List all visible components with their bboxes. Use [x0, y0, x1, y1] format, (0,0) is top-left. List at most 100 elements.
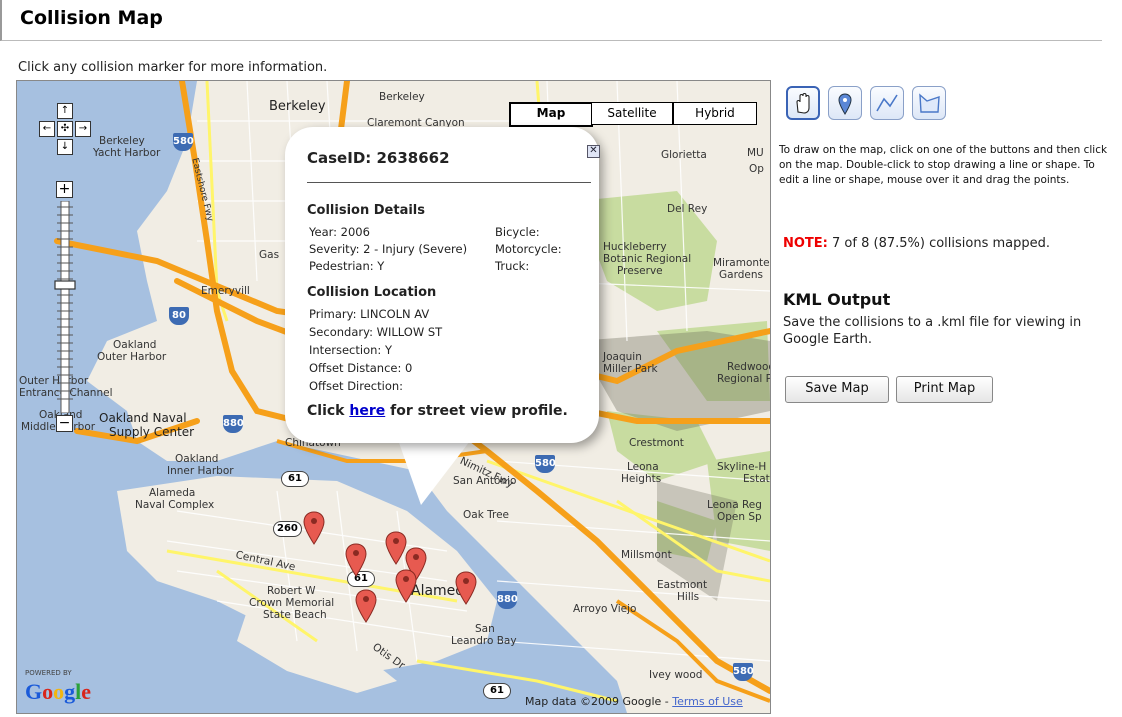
pan-down-icon[interactable]: ↓	[57, 139, 73, 155]
map-label: Berkeley	[269, 99, 326, 114]
map-label: Open Sp	[717, 511, 762, 523]
draw-shape-icon[interactable]	[912, 86, 946, 120]
popup-pointer	[397, 437, 473, 505]
map-label: Supply Center	[109, 425, 195, 439]
map-type-hybrid-button[interactable]: Hybrid	[673, 102, 757, 125]
map-label: Glorietta	[661, 149, 707, 161]
print-map-button[interactable]: Print Map	[896, 376, 993, 403]
location-primary: Primary: LINCOLN AV	[309, 307, 430, 321]
draw-line-icon[interactable]	[870, 86, 904, 120]
map-label: Huckleberry	[603, 241, 667, 253]
route-shield: 61	[483, 683, 511, 699]
detail-severity: Severity: 2 - Injury (Severe)	[309, 242, 468, 256]
save-map-button[interactable]: Save Map	[785, 376, 889, 403]
map-label: Robert W	[267, 585, 316, 597]
map-label: Ivey wood	[649, 669, 703, 681]
map-label: Op	[749, 163, 764, 175]
map-label: Miramonte	[713, 257, 770, 269]
zoom-in-button[interactable]: +	[56, 181, 73, 198]
map-label: Botanic Regional	[603, 253, 692, 265]
collision-marker[interactable]	[345, 543, 367, 577]
map-label: Inner Harbor	[167, 465, 234, 477]
map-label: Oakland Naval	[99, 411, 187, 425]
case-id: CaseID: 2638662	[307, 149, 450, 167]
hand-pan-icon[interactable]	[786, 86, 820, 120]
route-shield: 260	[273, 521, 302, 537]
map-label: Oakland	[175, 453, 219, 465]
mapping-note: NOTE: 7 of 8 (87.5%) collisions mapped.	[783, 236, 1050, 251]
detail-truck: Truck:	[495, 259, 530, 273]
map-label: Leona Reg	[707, 499, 762, 511]
interstate-shield: 580	[733, 663, 754, 681]
map-label: Redwood	[727, 361, 771, 373]
collision-location-heading: Collision Location	[307, 285, 437, 300]
collision-marker[interactable]	[455, 571, 477, 605]
location-intersection: Intersection: Y	[309, 343, 392, 357]
map-instructions: Click any collision marker for more info…	[18, 60, 328, 75]
map-label: Preserve	[617, 265, 663, 277]
google-logo[interactable]: Google	[25, 679, 91, 705]
interstate-shield: 880	[223, 415, 244, 433]
map-container[interactable]: Berkeley Berkeley Claremont Canyon Berke…	[16, 80, 771, 714]
map-label: Outer Harbor	[97, 351, 167, 363]
map-label: Emeryvill	[201, 285, 250, 297]
map-label: Miller Park	[603, 363, 658, 375]
map-label: Oakland	[113, 339, 157, 351]
map-label: Arroyo Viejo	[573, 603, 637, 615]
map-label: Joaquin	[603, 351, 642, 363]
placemark-icon[interactable]	[828, 86, 862, 120]
location-secondary: Secondary: WILLOW ST	[309, 325, 443, 339]
collision-details-heading: Collision Details	[307, 203, 425, 218]
collision-marker[interactable]	[385, 531, 407, 565]
map-label: Estat	[743, 473, 770, 485]
interstate-shield: 880	[497, 591, 518, 609]
note-label: NOTE:	[783, 236, 828, 251]
zoom-slider[interactable]	[53, 201, 77, 413]
street-view-link[interactable]: here	[349, 403, 385, 419]
powered-by-label: POWERED BY	[25, 669, 72, 677]
street-view-prompt: Click here for street view profile.	[307, 403, 568, 419]
page-title: Collision Map	[20, 7, 163, 29]
map-label: Berkeley	[379, 91, 425, 103]
pan-left-icon[interactable]: ←	[39, 121, 55, 137]
zoom-out-button[interactable]: −	[56, 415, 73, 432]
map-label: MU	[747, 147, 764, 159]
collision-marker[interactable]	[355, 589, 377, 623]
pan-center-icon[interactable]: ✣	[57, 121, 73, 137]
pan-up-icon[interactable]: ↑	[57, 103, 73, 119]
map-type-map-button[interactable]: Map	[509, 102, 593, 127]
map-label: State Beach	[263, 609, 327, 621]
map-label: Crown Memorial	[249, 597, 335, 609]
attribution-text: Map data ©2009 Google -	[525, 695, 673, 708]
collision-marker[interactable]	[303, 511, 325, 545]
terms-of-use-link[interactable]: Terms of Use	[672, 695, 743, 708]
map-label: Eastmont	[657, 579, 708, 591]
page-header: Collision Map	[0, 0, 1102, 41]
kml-output-heading: KML Output	[783, 290, 891, 309]
collision-marker[interactable]	[395, 569, 417, 603]
map-label: Hills	[677, 591, 700, 603]
map-label: Gardens	[719, 269, 763, 281]
close-icon[interactable]: ✕	[587, 145, 600, 158]
map-label: Del Rey	[667, 203, 708, 215]
map-label: Alameda	[149, 487, 196, 499]
location-offset-distance: Offset Distance: 0	[309, 361, 413, 375]
pan-right-icon[interactable]: →	[75, 121, 91, 137]
map-attribution: Map data ©2009 Google - Terms of Use	[525, 695, 743, 708]
map-label: Skyline-H	[717, 461, 767, 473]
map-label: Leona	[627, 461, 659, 473]
map-label: Millsmont	[621, 549, 672, 561]
note-text: 7 of 8 (87.5%) collisions mapped.	[827, 236, 1051, 251]
collision-info-window: CaseID: 2638662 ✕ Collision Details Year…	[285, 127, 600, 443]
map-label: Regional Park	[717, 373, 771, 385]
interstate-shield: 580	[173, 133, 194, 151]
map-label: San	[475, 623, 495, 635]
kml-output-description: Save the collisions to a .kml file for v…	[783, 315, 1082, 347]
location-offset-direction: Offset Direction:	[309, 379, 404, 393]
map-label: Heights	[621, 473, 662, 485]
drawing-instructions: To draw on the map, click on one of the …	[779, 144, 1108, 186]
map-label: Berkeley	[99, 135, 145, 147]
map-type-satellite-button[interactable]: Satellite	[591, 102, 673, 125]
map-label: Crestmont	[629, 437, 684, 449]
detail-bicycle: Bicycle:	[495, 225, 540, 239]
